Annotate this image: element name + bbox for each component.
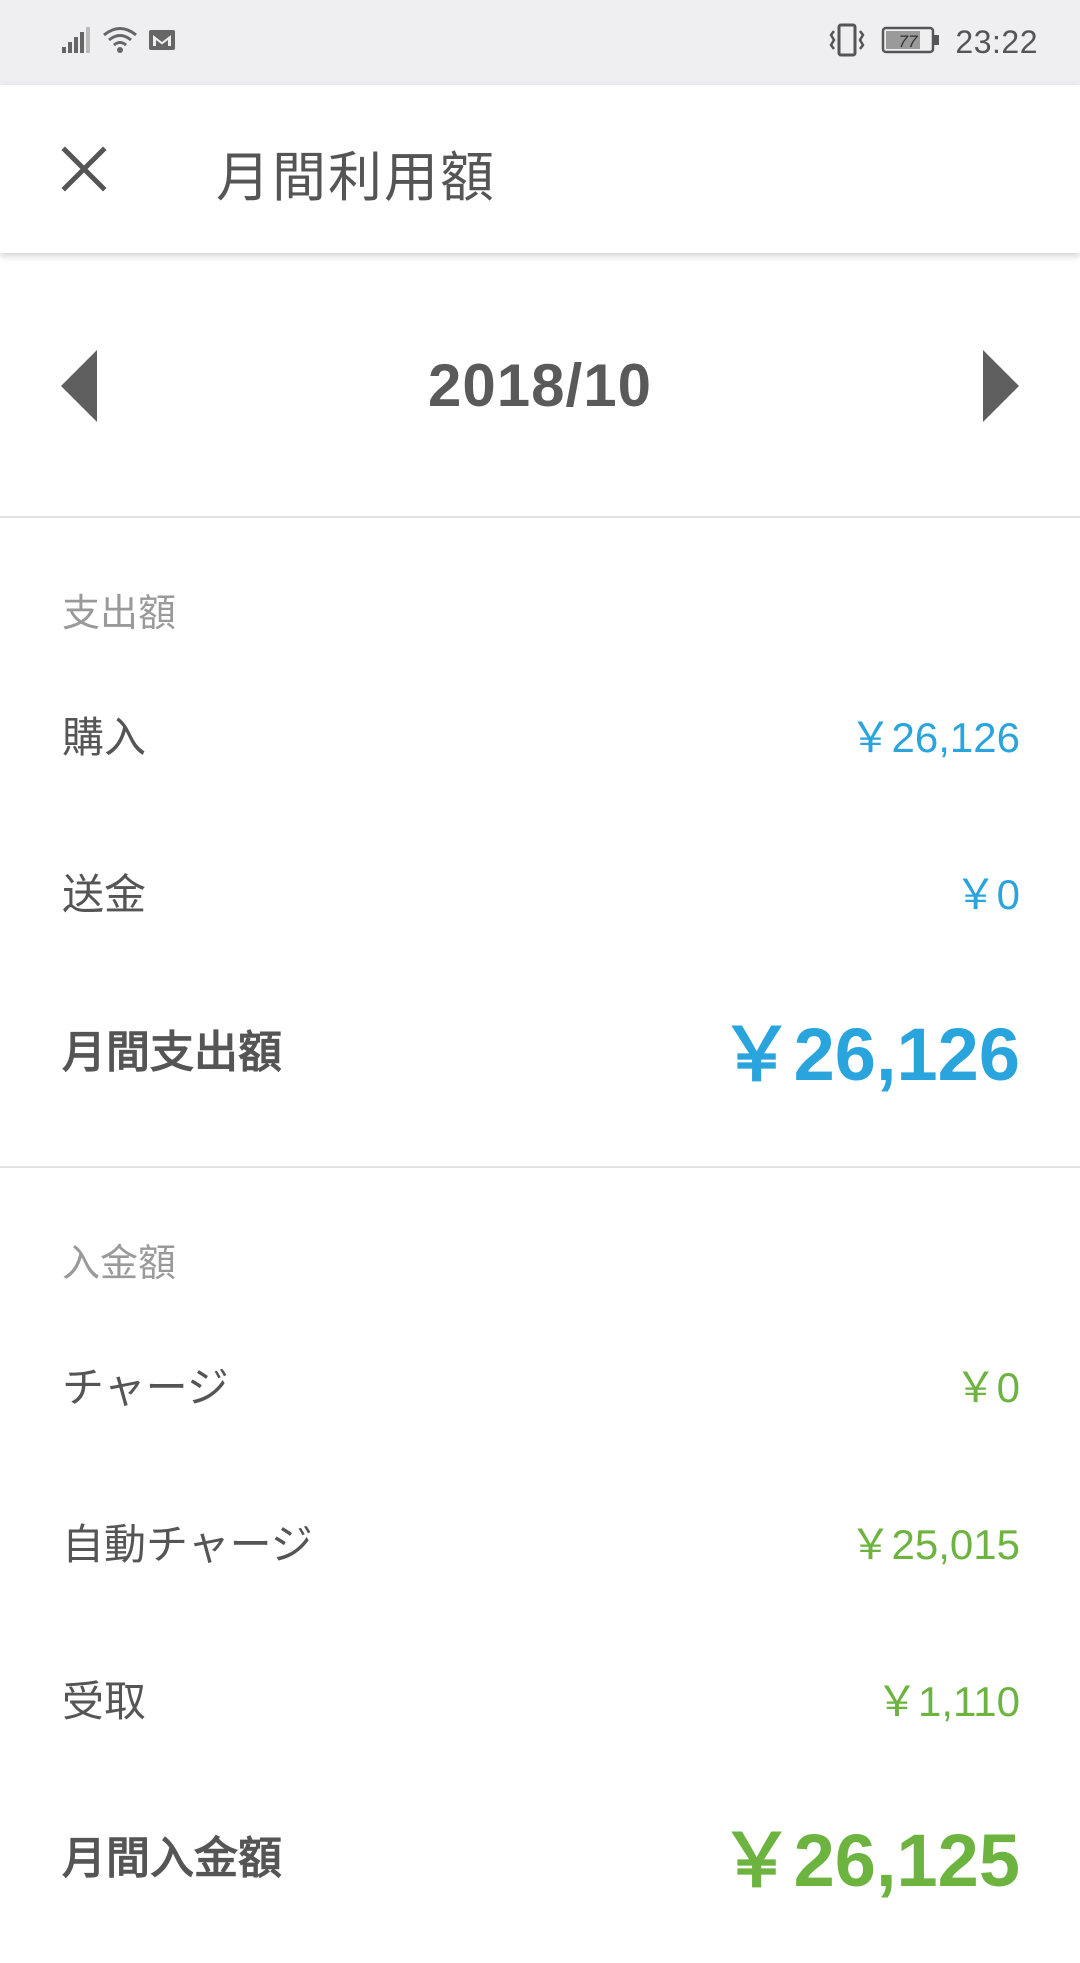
row-label: 自動チャージ [62, 1519, 313, 1569]
page-title: 月間利用額 [216, 146, 496, 209]
month-navigator: 2018/10 [0, 253, 1080, 517]
vibrate-icon [827, 23, 867, 61]
total-value: ￥26,126 [719, 1012, 1020, 1096]
list-item-transfer: 送金 ￥0 [62, 851, 1020, 931]
status-time: 23:22 [955, 23, 1038, 60]
triangle-right-icon [981, 350, 1021, 426]
row-label: 送金 [62, 869, 147, 919]
close-icon [61, 146, 107, 196]
status-bar: 77 23:22 [0, 0, 1080, 85]
status-right-icons: 77 23:22 [827, 18, 1038, 66]
row-label: チャージ [62, 1362, 229, 1412]
row-label: 購入 [62, 712, 147, 762]
monthly-income-total: 月間入金額 ￥26,125 [62, 1804, 1020, 1904]
total-value: ￥26,125 [719, 1818, 1020, 1902]
total-label: 月間支出額 [62, 1027, 282, 1078]
next-month-button[interactable] [966, 343, 1036, 433]
list-item-purchase: 購入 ￥26,126 [62, 694, 1020, 774]
close-button[interactable] [44, 131, 124, 211]
battery-icon: 77 [881, 25, 941, 59]
battery-level-text: 77 [899, 32, 918, 51]
row-value: ￥0 [954, 1363, 1020, 1411]
list-item-auto-charge: 自動チャージ ￥25,015 [62, 1501, 1020, 1581]
gmail-icon [148, 29, 176, 55]
expense-section: 支出額 購入 ￥26,126 送金 ￥0 月間支出額 ￥26,126 [0, 518, 1080, 1166]
list-item-charge: チャージ ￥0 [62, 1344, 1020, 1424]
list-item-receive: 受取 ￥1,110 [62, 1658, 1020, 1738]
signal-icon [62, 27, 92, 57]
monthly-expense-total: 月間支出額 ￥26,126 [62, 998, 1020, 1098]
app-bar: 月間利用額 [0, 85, 1080, 253]
income-section: 入金額 チャージ ￥0 自動チャージ ￥25,015 受取 ￥1,110 月間入… [0, 1168, 1080, 1963]
total-label: 月間入金額 [62, 1833, 282, 1884]
row-value: ￥0 [954, 870, 1020, 918]
section-header-income: 入金額 [62, 1241, 177, 1285]
current-month: 2018/10 [428, 352, 652, 419]
row-value: ￥1,110 [876, 1677, 1020, 1725]
wifi-icon [102, 26, 138, 58]
row-label: 受取 [62, 1676, 147, 1726]
row-value: ￥26,126 [849, 713, 1020, 761]
status-left-icons [62, 22, 176, 62]
row-value: ￥25,015 [849, 1520, 1020, 1568]
section-header-expense: 支出額 [62, 591, 177, 635]
